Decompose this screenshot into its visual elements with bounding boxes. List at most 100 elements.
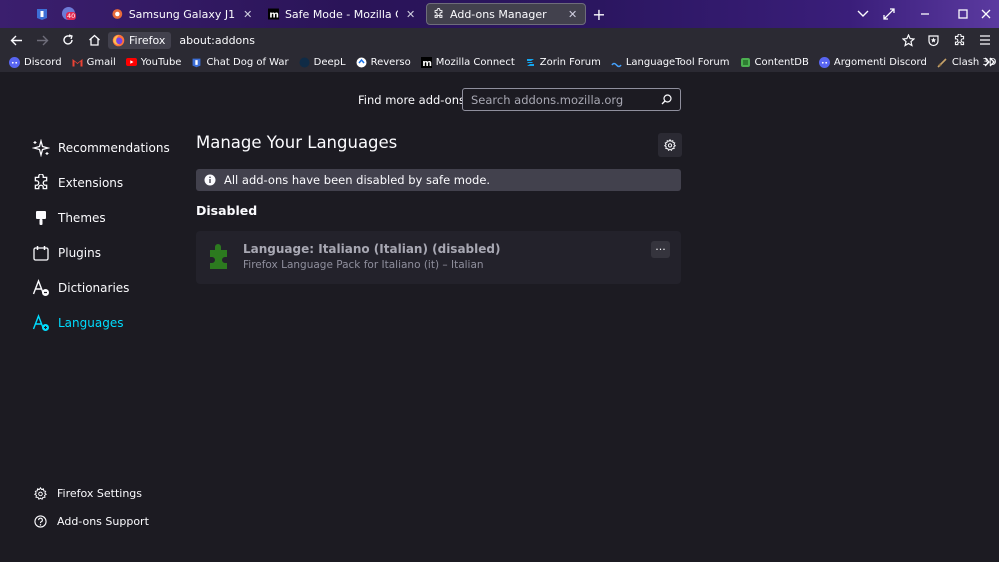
gear-icon <box>664 139 676 151</box>
sidebar-item-themes[interactable]: Themes <box>32 200 182 235</box>
info-icon <box>204 174 216 186</box>
addons-search-box[interactable] <box>462 88 681 111</box>
sidebar-item-label: Themes <box>58 210 106 225</box>
list-all-tabs-chevron-icon[interactable] <box>850 0 876 28</box>
bookmark-label: Gmail <box>86 56 116 68</box>
puzzle-icon <box>32 173 50 192</box>
page-title: Manage Your Languages <box>196 133 398 152</box>
svg-text:m: m <box>422 58 432 68</box>
search-icon <box>661 94 672 105</box>
tab-title: Add-ons Manager <box>450 7 547 21</box>
reverso-favicon-icon <box>356 57 367 68</box>
bookmark-languagetool-forum[interactable]: LanguageTool Forum <box>606 52 735 73</box>
tab-addons-manager[interactable]: Add-ons Manager ✕ <box>426 3 586 25</box>
addon-name: Language: Italiano (Italian) (disabled) <box>243 242 501 256</box>
discord-favicon-icon <box>9 56 20 68</box>
notification-favicon-icon: 40 <box>62 6 78 22</box>
deepl-favicon-icon <box>299 57 310 68</box>
bookmark-label: LanguageTool Forum <box>625 56 730 68</box>
tab-title: Samsung Galaxy J1 vs Sam <box>128 7 236 21</box>
addons-search-input[interactable] <box>471 92 661 107</box>
firefox-settings-link[interactable]: Firefox Settings <box>34 487 194 500</box>
categories-sidebar: Recommendations Extensions Themes Plugin… <box>32 130 182 340</box>
new-tab-button[interactable]: + <box>586 3 612 25</box>
tab-safe-mode[interactable]: m Safe Mode - Mozilla Conn ✕ <box>262 3 423 25</box>
bookmark-chat-dog-of-war[interactable]: Chat Dog of War <box>186 52 293 73</box>
sidebar-item-label: Dictionaries <box>58 280 130 295</box>
sidebar-item-label: Languages <box>58 315 124 330</box>
bookmark-contentdb[interactable]: ContentDB <box>735 52 814 73</box>
more-options-button[interactable]: ··· <box>651 241 670 258</box>
fullscreen-arrows-icon[interactable] <box>876 0 902 28</box>
language-icon <box>32 313 50 332</box>
sidebar-item-languages[interactable]: Languages <box>32 305 182 340</box>
pocket-star-icon[interactable] <box>920 26 946 54</box>
safe-mode-notice: All add-ons have been disabled by safe m… <box>196 169 681 191</box>
svg-text:m: m <box>269 11 279 20</box>
gmail-favicon-icon <box>72 57 83 68</box>
tab-close-icon[interactable]: ✕ <box>404 7 417 21</box>
mozilla-m-favicon-icon: m <box>268 8 279 20</box>
bookmark-deepl[interactable]: DeepL <box>294 52 351 73</box>
sidebar-item-label: Extensions <box>58 175 124 190</box>
url-text[interactable]: about:addons <box>179 34 255 47</box>
addons-support-link[interactable]: Add-ons Support <box>34 515 194 528</box>
puzzle-favicon-icon <box>434 8 443 18</box>
home-icon[interactable] <box>82 28 106 52</box>
bookmark-label: Mozilla Connect <box>435 56 515 68</box>
sparkle-icon <box>32 138 50 157</box>
sidebar-item-label: Recommendations <box>58 140 170 155</box>
youtube-favicon-icon <box>125 57 137 68</box>
addon-card-italiano[interactable]: Language: Italiano (Italian) (disabled) … <box>196 231 681 284</box>
bookmark-reverso[interactable]: Reverso <box>351 52 416 73</box>
pinned-tab-2[interactable]: 40 <box>57 0 83 28</box>
bookmark-youtube[interactable]: YouTube <box>121 52 187 73</box>
sidebar-item-dictionaries[interactable]: Dictionaries <box>32 270 182 305</box>
firefox-settings-label: Firefox Settings <box>57 487 143 500</box>
bookmark-gmail[interactable]: Gmail <box>67 52 121 73</box>
sidebar-item-recommendations[interactable]: Recommendations <box>32 130 182 165</box>
tab-title: Safe Mode - Mozilla Conn <box>284 7 398 21</box>
pinned-tab-badge: 40 <box>66 12 77 20</box>
bookmark-label: ContentDB <box>754 56 809 68</box>
plugin-icon <box>32 244 50 262</box>
bookmark-argomenti-discord[interactable]: Argomenti Discord <box>814 52 932 73</box>
tab-close-icon[interactable]: ✕ <box>242 7 254 21</box>
bookmark-label: Reverso <box>370 56 411 68</box>
bookmarks-overflow-chevron-icon[interactable] <box>976 48 999 76</box>
pinned-tab-1[interactable] <box>29 0 55 28</box>
extensions-puzzle-icon[interactable] <box>946 26 972 54</box>
tools-gear-button[interactable] <box>658 133 682 157</box>
forward-arrow-icon[interactable] <box>30 28 54 52</box>
sidebar-item-extensions[interactable]: Extensions <box>32 165 182 200</box>
bookmark-label: Zorin Forum <box>539 56 601 68</box>
sidebar-item-plugins[interactable]: Plugins <box>32 235 182 270</box>
close-window-icon[interactable] <box>973 0 999 28</box>
discord-favicon-icon <box>818 56 830 68</box>
bookmark-label: YouTube <box>140 56 182 68</box>
tab-close-icon[interactable]: ✕ <box>566 7 579 21</box>
bookmark-zorin-forum[interactable]: Zorin Forum <box>520 52 606 73</box>
tab-strip: 40 Samsung Galaxy J1 vs Sam ✕ m Safe Mod… <box>0 0 999 28</box>
sidebar-item-label: Plugins <box>58 245 101 260</box>
bookmarks-toolbar: Discord Gmail YouTube Chat Dog of War De… <box>0 52 999 73</box>
addon-description: Firefox Language Pack for Italiano (it) … <box>243 259 484 271</box>
back-arrow-icon[interactable] <box>4 28 28 52</box>
brush-icon <box>32 209 50 227</box>
bookmark-star-icon[interactable] <box>895 26 921 54</box>
samsung-site-favicon-icon <box>112 9 123 19</box>
firefox-logo-icon <box>112 34 125 46</box>
tab-samsung[interactable]: Samsung Galaxy J1 vs Sam ✕ <box>106 3 260 25</box>
minimize-icon[interactable] <box>912 0 938 28</box>
language-pack-puzzle-icon <box>208 244 230 270</box>
bookmark-label: DeepL <box>313 56 346 68</box>
contentdb-favicon-icon <box>740 57 751 68</box>
addons-support-label: Add-ons Support <box>57 515 149 528</box>
identity-box[interactable]: Firefox <box>108 31 172 49</box>
bookmark-discord[interactable]: Discord <box>4 52 67 73</box>
reload-icon[interactable] <box>56 28 80 52</box>
url-bar[interactable]: Firefox about:addons <box>108 31 255 49</box>
identity-label: Firefox <box>129 33 166 47</box>
bookmark-label: Discord <box>24 56 62 68</box>
bookmark-mozilla-connect[interactable]: m Mozilla Connect <box>416 52 520 73</box>
